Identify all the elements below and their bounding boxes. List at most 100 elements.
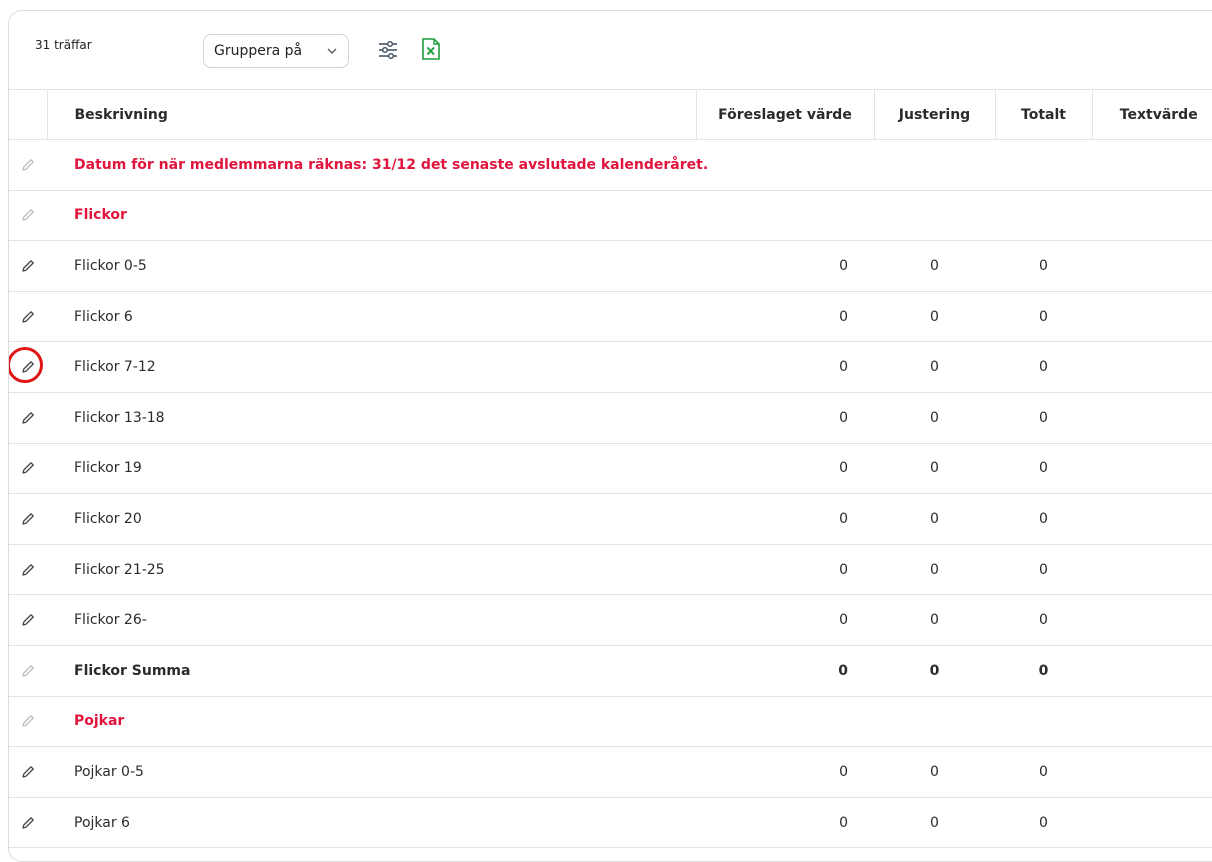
pencil-icon[interactable] — [20, 713, 36, 729]
row-suggested: 0 — [839, 612, 848, 629]
pencil-icon[interactable] — [20, 511, 36, 527]
table-row: Flickor 7-12 0 0 0 — [9, 342, 1212, 393]
row-text-value — [1092, 140, 1212, 191]
row-suggested: 0 — [839, 257, 848, 274]
row-suggested — [696, 190, 874, 241]
pencil-icon[interactable] — [20, 309, 36, 325]
table-row: Pojkar 0-5 0 0 0 — [9, 747, 1212, 798]
row-total: 0 — [1039, 409, 1048, 426]
column-header-text-value[interactable]: Textvärde — [1091, 89, 1212, 140]
row-description: Flickor — [74, 207, 127, 224]
row-description: Flickor 0-5 — [74, 257, 147, 274]
row-suggested: 0 — [839, 814, 848, 831]
row-text-value — [1092, 291, 1212, 342]
highlighted-edit-button[interactable] — [9, 347, 43, 384]
row-total: 0 — [1039, 510, 1048, 527]
row-description: Flickor 19 — [74, 460, 142, 477]
row-text-value — [1092, 595, 1212, 646]
pencil-icon[interactable] — [20, 157, 36, 173]
chevron-down-icon — [327, 48, 337, 54]
row-total: 0 — [1039, 308, 1048, 325]
table-row: Flickor 26- 0 0 0 — [9, 595, 1212, 646]
row-suggested: 0 — [839, 510, 848, 527]
row-adjustment: 0 — [930, 510, 939, 527]
row-adjustment: 0 — [929, 662, 940, 679]
group-by-select[interactable]: Gruppera på — [203, 34, 349, 68]
results-panel: 31 träffar Gruppera på Beskrivning Föres… — [8, 10, 1212, 862]
pencil-icon[interactable] — [20, 764, 36, 780]
row-adjustment: 0 — [930, 814, 939, 831]
table-row: Flickor 19 0 0 0 — [9, 443, 1212, 494]
row-adjustment: 0 — [930, 612, 939, 629]
row-text-value — [1092, 494, 1212, 545]
row-total: 0 — [1039, 612, 1048, 629]
table-row: Flickor 6 0 0 0 — [9, 291, 1212, 342]
row-description: Flickor Summa — [74, 662, 191, 679]
table-row: Flickor — [9, 190, 1212, 241]
table-header-row: Beskrivning Föreslaget värde Justering T… — [9, 89, 1212, 140]
row-suggested: 0 — [838, 662, 848, 679]
row-adjustment: 0 — [930, 561, 939, 578]
row-total: 0 — [1039, 763, 1048, 780]
row-description: Pojkar 6 — [74, 814, 130, 831]
row-text-value — [1092, 342, 1212, 393]
table-row: Flickor Summa 0 0 0 — [9, 645, 1212, 697]
row-total: 0 — [1039, 460, 1048, 477]
sliders-icon[interactable] — [377, 39, 399, 61]
pencil-icon[interactable] — [20, 207, 36, 223]
row-text-value — [1092, 696, 1212, 747]
group-by-label: Gruppera på — [214, 43, 303, 59]
row-description: Pojkar — [74, 713, 125, 730]
row-text-value — [1092, 544, 1212, 595]
hit-count: 31 träffar — [35, 38, 92, 52]
pencil-icon[interactable] — [20, 410, 36, 426]
column-header-suggested[interactable]: Föreslaget värde — [695, 89, 874, 140]
row-description: Flickor 7-12 — [74, 359, 156, 376]
table-row: Flickor 13-18 0 0 0 — [9, 392, 1212, 444]
row-description: Flickor 6 — [74, 308, 133, 325]
row-text-value — [1092, 241, 1212, 292]
row-adjustment: 0 — [930, 460, 939, 477]
column-header-description[interactable]: Beskrivning — [47, 90, 696, 140]
edit-column-header — [9, 89, 48, 140]
table-row: Pojkar — [9, 696, 1212, 747]
row-suggested: 0 — [839, 359, 848, 376]
column-header-adjustment[interactable]: Justering — [873, 89, 995, 140]
row-adjustment: 0 — [930, 763, 939, 780]
pencil-icon[interactable] — [20, 460, 36, 476]
row-text-value — [1092, 645, 1212, 696]
toolbar: 31 träffar Gruppera på — [9, 11, 1212, 89]
row-description: Flickor 20 — [74, 510, 142, 527]
row-suggested: 0 — [839, 409, 848, 426]
row-suggested: 0 — [839, 561, 848, 578]
row-adjustment: 0 — [930, 308, 939, 325]
row-suggested: 0 — [839, 308, 848, 325]
row-suggested: 0 — [839, 763, 848, 780]
row-description: Flickor 26- — [74, 612, 147, 629]
row-adjustment: 0 — [930, 409, 939, 426]
row-adjustment: 0 — [930, 257, 939, 274]
row-adjustment — [874, 696, 995, 747]
row-text-value — [1092, 747, 1212, 798]
row-total: 0 — [1039, 561, 1048, 578]
table-row: Pojkar 6 0 0 0 — [9, 797, 1212, 848]
row-description: Pojkar 0-5 — [74, 763, 144, 780]
row-adjustment — [874, 190, 995, 241]
column-header-total[interactable]: Totalt — [994, 89, 1092, 140]
pencil-icon[interactable] — [20, 663, 36, 679]
row-text-value — [1092, 392, 1212, 443]
statistics-table: Beskrivning Föreslaget värde Justering T… — [9, 89, 1212, 848]
row-suggested — [696, 696, 874, 747]
row-text-value — [1092, 443, 1212, 494]
table-row: Flickor 0-5 0 0 0 — [9, 241, 1212, 292]
pencil-icon[interactable] — [20, 562, 36, 578]
table-row: Flickor 20 0 0 0 — [9, 494, 1212, 545]
excel-icon[interactable] — [422, 38, 440, 60]
pencil-icon[interactable] — [20, 359, 36, 375]
pencil-icon[interactable] — [20, 612, 36, 628]
pencil-icon[interactable] — [20, 815, 36, 831]
pencil-icon[interactable] — [20, 258, 36, 274]
row-text-value — [1092, 190, 1212, 241]
row-total — [995, 140, 1092, 191]
row-suggested — [696, 140, 874, 191]
